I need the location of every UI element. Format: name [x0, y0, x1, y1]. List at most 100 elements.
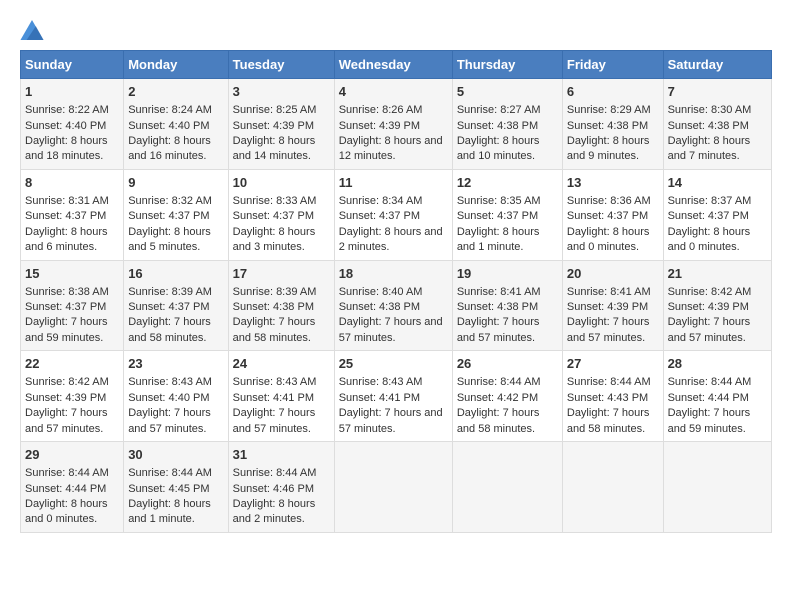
sunset: Sunset: 4:37 PM — [128, 301, 209, 313]
sunrise: Sunrise: 8:31 AM — [25, 195, 109, 207]
sunset: Sunset: 4:37 PM — [567, 210, 648, 222]
daylight: Daylight: 7 hours and 57 minutes. — [339, 316, 443, 343]
calendar-cell: 29Sunrise: 8:44 AMSunset: 4:44 PMDayligh… — [21, 442, 124, 533]
sunset: Sunset: 4:43 PM — [567, 392, 648, 404]
sunrise: Sunrise: 8:36 AM — [567, 195, 651, 207]
calendar-cell: 10Sunrise: 8:33 AMSunset: 4:37 PMDayligh… — [228, 169, 334, 260]
sunrise: Sunrise: 8:33 AM — [233, 195, 317, 207]
sunset: Sunset: 4:40 PM — [128, 120, 209, 132]
day-number: 17 — [233, 265, 330, 283]
sunset: Sunset: 4:38 PM — [457, 120, 538, 132]
calendar-cell: 5Sunrise: 8:27 AMSunset: 4:38 PMDaylight… — [452, 79, 562, 170]
sunrise: Sunrise: 8:37 AM — [668, 195, 752, 207]
sunset: Sunset: 4:37 PM — [233, 210, 314, 222]
calendar-cell: 24Sunrise: 8:43 AMSunset: 4:41 PMDayligh… — [228, 351, 334, 442]
sunset: Sunset: 4:37 PM — [339, 210, 420, 222]
sunset: Sunset: 4:41 PM — [339, 392, 420, 404]
day-number: 28 — [668, 355, 767, 373]
sunrise: Sunrise: 8:43 AM — [233, 376, 317, 388]
daylight: Daylight: 7 hours and 57 minutes. — [457, 316, 540, 343]
sunset: Sunset: 4:37 PM — [25, 301, 106, 313]
header-day-thursday: Thursday — [452, 51, 562, 79]
daylight: Daylight: 8 hours and 14 minutes. — [233, 135, 316, 162]
sunset: Sunset: 4:37 PM — [668, 210, 749, 222]
calendar-cell: 11Sunrise: 8:34 AMSunset: 4:37 PMDayligh… — [334, 169, 452, 260]
daylight: Daylight: 8 hours and 18 minutes. — [25, 135, 108, 162]
sunrise: Sunrise: 8:27 AM — [457, 104, 541, 116]
calendar-cell: 9Sunrise: 8:32 AMSunset: 4:37 PMDaylight… — [124, 169, 228, 260]
daylight: Daylight: 8 hours and 1 minute. — [457, 226, 540, 253]
daylight: Daylight: 8 hours and 9 minutes. — [567, 135, 650, 162]
calendar-cell: 22Sunrise: 8:42 AMSunset: 4:39 PMDayligh… — [21, 351, 124, 442]
calendar-cell: 31Sunrise: 8:44 AMSunset: 4:46 PMDayligh… — [228, 442, 334, 533]
daylight: Daylight: 7 hours and 58 minutes. — [457, 407, 540, 434]
day-number: 23 — [128, 355, 223, 373]
sunrise: Sunrise: 8:38 AM — [25, 286, 109, 298]
sunrise: Sunrise: 8:25 AM — [233, 104, 317, 116]
day-number: 20 — [567, 265, 659, 283]
sunrise: Sunrise: 8:41 AM — [567, 286, 651, 298]
week-row-1: 1Sunrise: 8:22 AMSunset: 4:40 PMDaylight… — [21, 79, 772, 170]
sunset: Sunset: 4:39 PM — [339, 120, 420, 132]
day-number: 31 — [233, 446, 330, 464]
calendar-body: 1Sunrise: 8:22 AMSunset: 4:40 PMDaylight… — [21, 79, 772, 533]
sunset: Sunset: 4:38 PM — [567, 120, 648, 132]
calendar-cell: 15Sunrise: 8:38 AMSunset: 4:37 PMDayligh… — [21, 260, 124, 351]
daylight: Daylight: 7 hours and 58 minutes. — [567, 407, 650, 434]
day-number: 10 — [233, 174, 330, 192]
daylight: Daylight: 8 hours and 0 minutes. — [567, 226, 650, 253]
sunrise: Sunrise: 8:39 AM — [233, 286, 317, 298]
logo — [20, 20, 48, 40]
day-number: 4 — [339, 83, 448, 101]
calendar-cell — [663, 442, 771, 533]
week-row-2: 8Sunrise: 8:31 AMSunset: 4:37 PMDaylight… — [21, 169, 772, 260]
day-number: 24 — [233, 355, 330, 373]
calendar-cell: 17Sunrise: 8:39 AMSunset: 4:38 PMDayligh… — [228, 260, 334, 351]
day-number: 7 — [668, 83, 767, 101]
sunset: Sunset: 4:41 PM — [233, 392, 314, 404]
calendar-cell: 6Sunrise: 8:29 AMSunset: 4:38 PMDaylight… — [562, 79, 663, 170]
day-number: 13 — [567, 174, 659, 192]
logo-icon — [20, 20, 44, 40]
sunrise: Sunrise: 8:24 AM — [128, 104, 212, 116]
calendar-cell: 20Sunrise: 8:41 AMSunset: 4:39 PMDayligh… — [562, 260, 663, 351]
day-number: 22 — [25, 355, 119, 373]
sunrise: Sunrise: 8:32 AM — [128, 195, 212, 207]
sunrise: Sunrise: 8:43 AM — [128, 376, 212, 388]
header-day-saturday: Saturday — [663, 51, 771, 79]
day-number: 15 — [25, 265, 119, 283]
day-number: 16 — [128, 265, 223, 283]
sunrise: Sunrise: 8:40 AM — [339, 286, 423, 298]
daylight: Daylight: 7 hours and 59 minutes. — [668, 407, 751, 434]
calendar-cell: 16Sunrise: 8:39 AMSunset: 4:37 PMDayligh… — [124, 260, 228, 351]
calendar-cell: 21Sunrise: 8:42 AMSunset: 4:39 PMDayligh… — [663, 260, 771, 351]
sunrise: Sunrise: 8:29 AM — [567, 104, 651, 116]
daylight: Daylight: 7 hours and 57 minutes. — [339, 407, 443, 434]
calendar-table: SundayMondayTuesdayWednesdayThursdayFrid… — [20, 50, 772, 533]
sunrise: Sunrise: 8:44 AM — [25, 467, 109, 479]
header — [20, 20, 772, 40]
day-number: 2 — [128, 83, 223, 101]
sunrise: Sunrise: 8:39 AM — [128, 286, 212, 298]
day-number: 5 — [457, 83, 558, 101]
day-number: 26 — [457, 355, 558, 373]
sunset: Sunset: 4:38 PM — [457, 301, 538, 313]
sunset: Sunset: 4:39 PM — [25, 392, 106, 404]
calendar-cell — [334, 442, 452, 533]
daylight: Daylight: 8 hours and 6 minutes. — [25, 226, 108, 253]
sunrise: Sunrise: 8:44 AM — [457, 376, 541, 388]
sunrise: Sunrise: 8:44 AM — [128, 467, 212, 479]
header-row: SundayMondayTuesdayWednesdayThursdayFrid… — [21, 51, 772, 79]
header-day-monday: Monday — [124, 51, 228, 79]
sunrise: Sunrise: 8:44 AM — [668, 376, 752, 388]
daylight: Daylight: 8 hours and 5 minutes. — [128, 226, 211, 253]
sunrise: Sunrise: 8:44 AM — [233, 467, 317, 479]
calendar-cell: 28Sunrise: 8:44 AMSunset: 4:44 PMDayligh… — [663, 351, 771, 442]
calendar-cell — [452, 442, 562, 533]
sunset: Sunset: 4:44 PM — [25, 483, 106, 495]
day-number: 18 — [339, 265, 448, 283]
sunrise: Sunrise: 8:30 AM — [668, 104, 752, 116]
sunrise: Sunrise: 8:44 AM — [567, 376, 651, 388]
calendar-cell: 14Sunrise: 8:37 AMSunset: 4:37 PMDayligh… — [663, 169, 771, 260]
day-number: 9 — [128, 174, 223, 192]
